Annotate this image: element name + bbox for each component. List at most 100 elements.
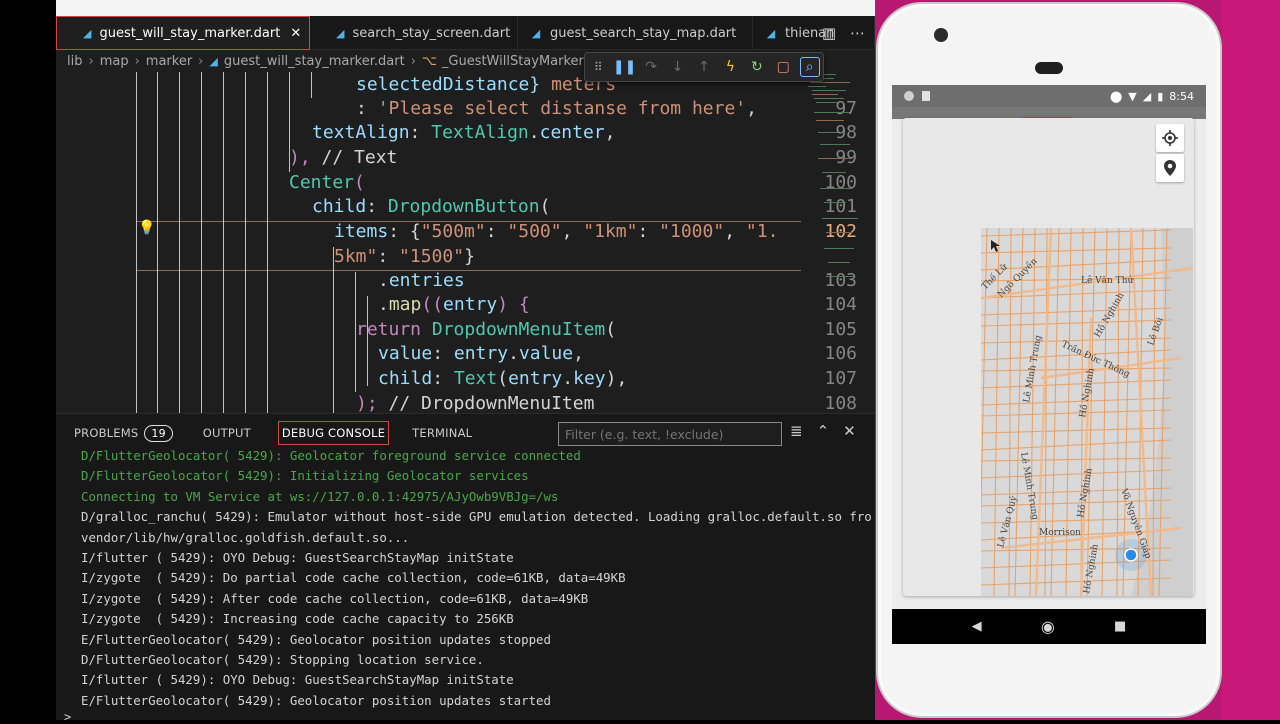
drag-handle-icon[interactable]: ⠿	[588, 57, 608, 77]
my-location-button[interactable]	[1156, 124, 1184, 152]
dart-file-icon: ◢	[531, 26, 541, 40]
class-symbol-icon: ⌥	[421, 53, 437, 69]
console-line: I/zygote ( 5429): After code cache colle…	[81, 590, 589, 606]
indent-guide	[311, 72, 312, 98]
tab-guest-will-stay-marker[interactable]: ◢ guest_will_stay_marker.dart ✕	[56, 16, 310, 50]
tab-search-stay-screen[interactable]: ◢ search_stay_screen.dart	[310, 16, 518, 50]
console-line: E/FlutterGeolocator( 5429): Geolocator p…	[81, 631, 551, 647]
minimap[interactable]	[804, 72, 864, 312]
tab-debug-console[interactable]: DEBUG CONSOLE	[277, 421, 390, 445]
left-margin	[0, 0, 56, 720]
code-line: Center(	[289, 172, 365, 193]
line-number: 106	[824, 343, 857, 364]
hot-reload-icon[interactable]: ϟ	[720, 57, 740, 77]
console-line: I/zygote ( 5429): Increasing code cache …	[81, 611, 514, 627]
crosshair-icon	[1162, 130, 1178, 146]
indent-guide	[201, 72, 202, 413]
console-line: Connecting to VM Service at ws://127.0.0…	[81, 488, 559, 504]
dart-file-icon: ◢	[209, 54, 218, 68]
more-actions-icon[interactable]: ⋯	[850, 24, 865, 42]
android-emulator: ⬤ ▼ ◢ ▮ 8:54 Thế Lữ Ngô Quyền Lê Văn Thứ…	[876, 2, 1222, 718]
indent-guide	[179, 72, 180, 413]
step-into-icon[interactable]: ↓	[668, 57, 688, 77]
tab-problems[interactable]: PROBLEMS 19	[71, 421, 176, 446]
close-icon[interactable]: ✕	[290, 26, 301, 41]
lightbulb-icon[interactable]: 💡	[138, 220, 155, 236]
tab-label: search_stay_screen.dart	[352, 25, 511, 41]
code-line: return DropdownMenuItem(	[356, 319, 617, 340]
speaker	[1035, 62, 1063, 74]
debug-console-output[interactable]: D/FlutterGeolocator( 5429): Geolocator f…	[81, 446, 871, 711]
indent-guide	[367, 296, 368, 386]
console-prompt[interactable]: >	[64, 710, 71, 724]
chevron-right-icon: ›	[410, 53, 416, 69]
line-number: 108	[824, 393, 857, 413]
recents-icon[interactable]: ■	[1114, 619, 1126, 634]
dart-file-icon: ◢	[336, 26, 345, 40]
indent-guide	[267, 72, 268, 413]
step-out-icon[interactable]: ↑	[694, 57, 714, 77]
dart-file-icon: ◢	[83, 26, 92, 40]
tab-terminal[interactable]: TERMINAL	[409, 422, 475, 444]
clear-console-icon[interactable]: ≣	[790, 422, 803, 440]
tab-actions: ▥ ⋯	[822, 16, 865, 50]
filter-input[interactable]	[558, 422, 782, 446]
indent-guide	[333, 247, 334, 413]
breadcrumb-item[interactable]: marker	[146, 54, 192, 69]
chevron-right-icon: ›	[134, 53, 140, 69]
code-area[interactable]: 💡 97 98 99 100 101 102 103 104 105 106 1…	[56, 72, 875, 413]
code-line: textAlign: TextAlign.center,	[312, 122, 616, 143]
code-line: ), // Text	[289, 147, 398, 168]
map-card: Thế Lữ Ngô Quyền Lê Văn Thứ Hồ Nghinh Lê…	[903, 118, 1194, 596]
panel-actions: ≣ ⌃ ✕	[790, 422, 856, 440]
breadcrumb-item[interactable]: map	[100, 54, 129, 69]
code-line: .entries	[378, 270, 465, 291]
console-line: I/zygote ( 5429): Do partial code cache …	[81, 570, 626, 586]
chevron-right-icon: ›	[88, 53, 94, 69]
phone-screen: ⬤ ▼ ◢ ▮ 8:54 Thế Lữ Ngô Quyền Lê Văn Thứ…	[892, 85, 1206, 644]
map-pin-icon	[1164, 160, 1176, 176]
tab-output[interactable]: OUTPUT	[200, 422, 254, 444]
step-over-icon[interactable]: ↷	[641, 57, 661, 77]
sd-card-icon	[922, 91, 930, 101]
close-panel-icon[interactable]: ✕	[843, 422, 856, 440]
breadcrumb-item[interactable]: lib	[67, 54, 82, 69]
bottom-panel: PROBLEMS 19 OUTPUT DEBUG CONSOLE TERMINAL…	[56, 413, 875, 724]
tab-guest-search-stay-map[interactable]: ◢ guest_search_stay_map.dart	[518, 16, 753, 50]
pause-icon[interactable]: ❚❚	[613, 57, 636, 77]
line-number: 105	[824, 319, 857, 340]
indent-guide	[136, 72, 137, 413]
split-editor-icon[interactable]: ▥	[822, 24, 836, 42]
restart-icon[interactable]: ↻	[747, 57, 767, 77]
signal-icon: ◢	[1142, 89, 1152, 103]
street-label: Lê Văn Thứ	[1081, 275, 1134, 286]
marker-button[interactable]	[1156, 154, 1184, 182]
android-nav-bar: ◀ ◉ ■	[892, 609, 1206, 644]
home-icon[interactable]: ◉	[1041, 617, 1055, 636]
tab-label: guest_will_stay_marker.dart	[99, 25, 281, 41]
indent-guide	[245, 72, 246, 413]
console-line: I/flutter ( 5429): OYO Debug: GuestSearc…	[81, 672, 514, 688]
code-line: ); // DropdownMenuItem	[356, 393, 595, 413]
code-line: child: DropdownButton(	[312, 196, 551, 217]
indent-guide	[223, 72, 224, 413]
dart-file-icon: ◢	[766, 26, 776, 40]
console-line: D/FlutterGeolocator( 5429): Geolocator f…	[81, 448, 581, 463]
inspect-widget-icon[interactable]: ⌕	[799, 57, 820, 77]
code-line: : 'Please select distanse from here',	[356, 98, 757, 119]
console-line: vendor/lib/hw/gralloc.goldfish.default.s…	[81, 529, 410, 545]
stop-icon[interactable]: ▢	[773, 57, 793, 77]
code-line: 5km": "1500"}	[334, 246, 475, 267]
location-icon: ⬤	[1109, 89, 1123, 103]
console-line: I/flutter ( 5429): OYO Debug: GuestSearc…	[81, 550, 514, 566]
code-line: value: entry.value,	[378, 343, 584, 364]
console-line: D/FlutterGeolocator( 5429): Stopping loc…	[81, 652, 484, 668]
editor-tabs: ◢ guest_will_stay_marker.dart ✕ ◢ search…	[56, 16, 875, 50]
breadcrumb-item[interactable]: guest_will_stay_marker.dart	[224, 54, 405, 69]
console-line: E/FlutterGeolocator( 5429): Geolocator p…	[81, 692, 551, 708]
map-view[interactable]: Thế Lữ Ngô Quyền Lê Văn Thứ Hồ Nghinh Lê…	[981, 228, 1193, 596]
back-icon[interactable]: ◀	[972, 619, 982, 634]
maximize-panel-icon[interactable]: ⌃	[817, 422, 830, 440]
notification-icon	[904, 91, 914, 101]
status-time: 8:54	[1169, 89, 1194, 103]
